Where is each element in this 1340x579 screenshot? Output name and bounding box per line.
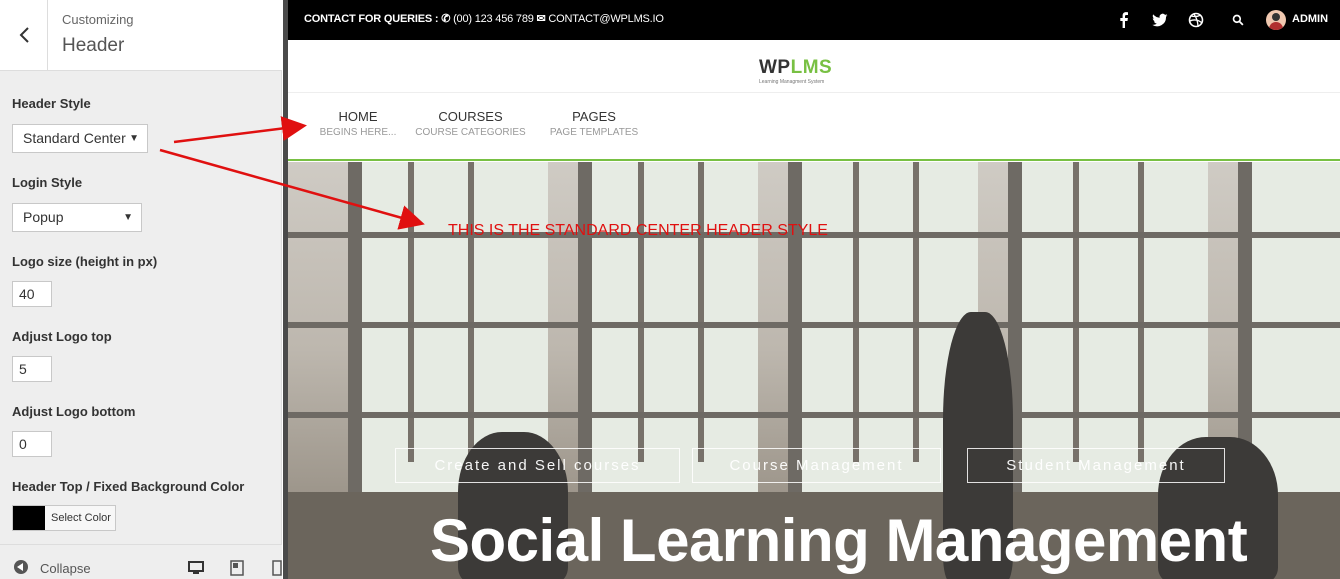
hero-section: THIS IS THE STANDARD CENTER HEADER STYLE… bbox=[288, 162, 1340, 579]
login-style-label: Login Style bbox=[12, 175, 83, 190]
envelope-icon: ✉ bbox=[536, 13, 546, 25]
nav-title: HOME bbox=[338, 109, 378, 124]
phone-icon: ✆ bbox=[441, 13, 451, 25]
customizer-panel: Customizing Header Header Style Standard… bbox=[0, 0, 282, 579]
logo-size-label: Logo size (height in px) bbox=[12, 254, 158, 269]
collapse-icon[interactable] bbox=[14, 560, 28, 574]
logo-tagline: Learning Managment System bbox=[759, 79, 825, 85]
nav-subtitle: BEGINS HERE... bbox=[319, 127, 397, 138]
color-swatch bbox=[13, 506, 45, 530]
search-icon[interactable] bbox=[1232, 12, 1244, 28]
window-mullion bbox=[288, 322, 1340, 328]
phone-number[interactable]: (00) 123 456 789 bbox=[453, 13, 534, 25]
email-link[interactable]: CONTACT@WPLMS.IO bbox=[548, 13, 664, 25]
desktop-icon[interactable] bbox=[188, 560, 204, 576]
twitter-icon[interactable] bbox=[1152, 12, 1168, 28]
nav-item-pages[interactable]: PAGES PAGE TEMPLATES bbox=[546, 109, 642, 138]
login-style-select[interactable]: Popup ▼ bbox=[12, 203, 142, 232]
header-style-value: Standard Center bbox=[23, 130, 126, 146]
logo-bottom-label: Adjust Logo bottom bbox=[12, 404, 136, 419]
course-management-button[interactable]: Course Management bbox=[692, 448, 941, 483]
admin-user-link[interactable]: ADMIN bbox=[1292, 13, 1328, 25]
panel-header: Customizing Header bbox=[0, 0, 282, 71]
breadcrumb: Customizing bbox=[62, 12, 134, 27]
avatar[interactable] bbox=[1266, 10, 1286, 30]
site-logo[interactable]: WPLMS bbox=[759, 57, 832, 79]
main-nav: HOME BEGINS HERE... COURSES COURSE CATEG… bbox=[288, 94, 1340, 161]
dribbble-icon[interactable] bbox=[1188, 12, 1204, 28]
logo-bottom-input[interactable]: 0 bbox=[12, 431, 52, 457]
nav-title: PAGES bbox=[572, 109, 616, 124]
annotation-text: THIS IS THE STANDARD CENTER HEADER STYLE bbox=[448, 222, 828, 239]
tablet-icon[interactable] bbox=[230, 560, 244, 576]
mobile-icon[interactable] bbox=[272, 560, 282, 576]
back-chevron-icon bbox=[19, 27, 29, 43]
logo-size-input[interactable]: 40 bbox=[12, 281, 52, 307]
nav-title: COURSES bbox=[438, 109, 503, 124]
student-management-button[interactable]: Student Management bbox=[967, 448, 1225, 483]
contact-info: CONTACT FOR QUERIES : ✆ (00) 123 456 789… bbox=[304, 12, 664, 25]
bg-color-label: Header Top / Fixed Background Color bbox=[12, 479, 245, 494]
nav-item-courses[interactable]: COURSES COURSE CATEGORIES bbox=[413, 109, 528, 138]
create-sell-courses-button[interactable]: Create and Sell courses bbox=[395, 448, 680, 483]
top-bar: CONTACT FOR QUERIES : ✆ (00) 123 456 789… bbox=[288, 0, 1340, 40]
logo-top-input[interactable]: 5 bbox=[12, 356, 52, 382]
customizer-screen: Customizing Header Header Style Standard… bbox=[0, 0, 1340, 579]
login-style-value: Popup bbox=[23, 209, 64, 225]
contact-label: CONTACT FOR QUERIES : bbox=[304, 13, 439, 25]
panel-footer: Collapse bbox=[0, 544, 282, 579]
nav-subtitle: PAGE TEMPLATES bbox=[549, 127, 639, 138]
select-color-label: Select Color bbox=[51, 512, 111, 524]
nav-item-home[interactable]: HOME BEGINS HERE... bbox=[318, 109, 398, 138]
logo-area: WPLMS Learning Managment System bbox=[288, 40, 1340, 93]
logo-top-label: Adjust Logo top bbox=[12, 329, 112, 344]
header-style-select[interactable]: Standard Center ▼ bbox=[12, 124, 148, 153]
caret-down-icon: ▼ bbox=[129, 133, 139, 144]
hero-title: Social Learning Management bbox=[430, 507, 1248, 574]
caret-down-icon: ▼ bbox=[123, 212, 133, 223]
logo-text-wp: WP bbox=[759, 57, 791, 78]
facebook-icon[interactable] bbox=[1116, 12, 1132, 28]
site-preview: CONTACT FOR QUERIES : ✆ (00) 123 456 789… bbox=[283, 0, 1340, 579]
nav-subtitle: COURSE CATEGORIES bbox=[415, 127, 526, 138]
header-style-label: Header Style bbox=[12, 96, 91, 111]
section-title: Header bbox=[62, 35, 125, 56]
logo-text-lms: LMS bbox=[790, 57, 833, 78]
select-color-button[interactable]: Select Color bbox=[12, 505, 116, 531]
window-mullion bbox=[288, 412, 1340, 418]
collapse-button[interactable]: Collapse bbox=[40, 561, 91, 576]
back-button[interactable] bbox=[0, 0, 48, 70]
